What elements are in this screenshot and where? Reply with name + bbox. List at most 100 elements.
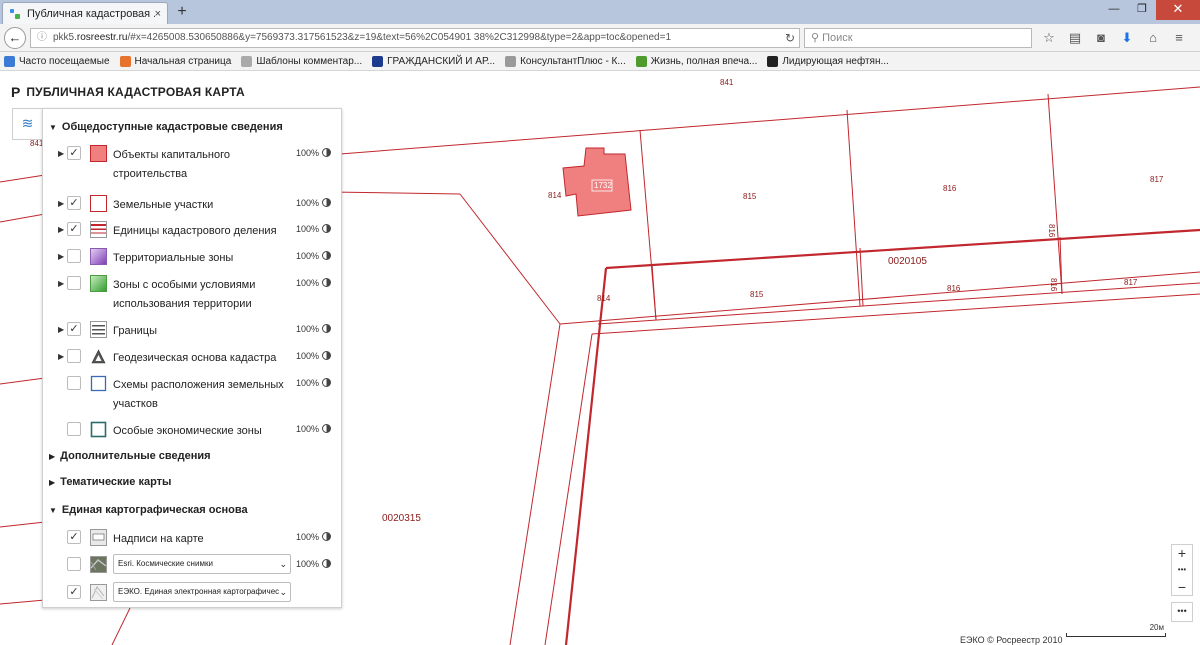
building-swatch-icon [90,145,107,162]
tab-close-icon[interactable]: × [155,8,161,20]
parcel-number-label: 816 [947,284,961,293]
satellite-checkbox[interactable] [67,557,81,571]
layer-label: Зоны с особыми условиями использования т… [113,279,256,310]
new-tab-button[interactable]: + [173,3,191,21]
opacity-icon[interactable] [322,324,331,333]
layer-checkbox[interactable] [67,249,81,263]
opacity-icon[interactable] [322,559,331,568]
ecko-checkbox[interactable]: ✓ [67,585,81,599]
layer-label: Особые экономические зоны [113,425,262,437]
layer-checkbox[interactable] [67,422,81,436]
rosreestr-logo-icon[interactable]: Р [11,84,20,100]
section-public-cadastral[interactable]: ▼ Общедоступные кадастровые сведения [49,121,283,133]
basemap-row-labels: ✓ Надписи на карте 100% [43,529,341,550]
expand-caret-icon[interactable]: ▶ [58,325,64,334]
road-edge [544,333,593,645]
toolbar-icons: ☆ ▤ ◙ ⬇ ⌂ ≡ [1040,29,1188,47]
layer-label: Единицы кадастрового деления [113,225,277,237]
bookmark-label: ГРАЖДАНСКИЙ И АР... [387,55,496,67]
search-input[interactable]: ⚲ Поиск [804,28,1032,48]
opacity-icon[interactable] [322,251,331,260]
menu-icon[interactable]: ≡ [1170,29,1188,47]
expand-caret-icon[interactable]: ▶ [58,279,64,288]
opacity-icon[interactable] [322,278,331,287]
borders-swatch-icon [90,321,107,338]
expand-caret-icon[interactable]: ▶ [58,252,64,261]
address-bar[interactable]: ⓘ pkk5.rosreestr.ru/#x=4265008.530650886&… [30,28,800,48]
search-placeholder: Поиск [822,32,853,44]
bookmark-item[interactable]: ГРАЖДАНСКИЙ И АР... [372,55,496,67]
site-info-icon[interactable]: ⓘ [37,32,47,43]
opacity-icon[interactable] [322,224,331,233]
map-viewport[interactable]: 841 841 814 815 816 817 816 0020105 814 … [0,72,1200,645]
pocket-icon[interactable]: ◙ [1092,29,1110,47]
expand-caret-icon[interactable]: ▶ [58,199,64,208]
opacity-icon[interactable] [322,532,331,541]
back-button[interactable]: ← [4,27,26,49]
ecko-map-icon [90,584,107,601]
satellite-basemap-select[interactable]: Esri. Космические снимки ⌄ [113,554,291,574]
browser-tab[interactable]: Публичная кадастровая ... × [2,2,168,24]
restore-button[interactable]: ❐ [1128,0,1156,20]
ecko-basemap-select[interactable]: ЕЭКО. Единая электронная картографичес ⌄ [113,582,291,602]
app-header: Р ПУБЛИЧНАЯ КАДАСТРОВАЯ КАРТА [11,84,245,100]
opacity-value: 100% [296,532,320,542]
opacity-icon[interactable] [322,198,331,207]
bookmark-star-icon[interactable]: ☆ [1040,29,1058,47]
bookmark-item[interactable]: Начальная страница [119,55,231,67]
bookmark-item[interactable]: Лидирующая нефтян... [767,55,889,67]
opacity-value: 100% [296,251,320,261]
expand-caret-icon[interactable]: ▶ [58,352,64,361]
download-icon[interactable]: ⬇ [1118,29,1136,47]
home-icon[interactable]: ⌂ [1144,29,1162,47]
bookmark-item[interactable]: Жизнь, полная впеча... [635,55,758,67]
zoom-out-button[interactable]: − [1172,579,1192,596]
opacity-icon[interactable] [322,378,331,387]
parcel-boundary [651,263,657,321]
labels-checkbox[interactable]: ✓ [67,530,81,544]
expand-caret-icon[interactable]: ▶ [58,225,64,234]
layer-checkbox[interactable]: ✓ [67,222,81,236]
building-number-label[interactable]: 1732 [594,181,612,190]
window-controls: — ❐ ✕ [1100,0,1200,20]
parcel-number-label: 815 [750,290,764,299]
opacity-icon[interactable] [322,351,331,360]
layers-toggle-button[interactable]: ≋ [12,108,42,140]
opacity-icon[interactable] [322,424,331,433]
section-title: Дополнительные сведения [60,450,211,462]
section-basemap[interactable]: ▼ Единая картографическая основа [49,504,248,516]
bookmark-label: Жизнь, полная впеча... [650,55,758,67]
layer-checkbox[interactable] [67,349,81,363]
window-close-button[interactable]: ✕ [1156,0,1200,20]
expand-caret-icon[interactable]: ▶ [58,149,64,158]
opacity-icon[interactable] [322,148,331,157]
layer-checkbox[interactable] [67,376,81,390]
bookmark-icon [505,55,517,67]
bookmark-item[interactable]: Шаблоны комментар... [241,55,362,67]
bookmark-item[interactable]: Часто посещаемые [4,55,110,67]
layer-label: Объекты капитального строительства [113,149,230,180]
layer-checkbox[interactable]: ✓ [67,146,81,160]
zoom-in-button[interactable]: + [1172,545,1192,562]
layer-checkbox[interactable]: ✓ [67,322,81,336]
opacity-value: 100% [296,424,320,434]
bookmark-label: Лидирующая нефтян... [782,55,889,67]
parcel-number-label: 817 [1150,175,1164,184]
section-title: Единая картографическая основа [61,504,248,516]
reading-list-icon[interactable]: ▤ [1066,29,1084,47]
bookmark-item[interactable]: КонсультантПлюс - К... [505,55,626,67]
layer-checkbox[interactable]: ✓ [67,196,81,210]
section-thematic[interactable]: ▶ Тематические карты [49,476,171,488]
reload-icon[interactable]: ↻ [785,29,795,47]
section-additional[interactable]: ▶ Дополнительные сведения [49,450,211,462]
layer-checkbox[interactable] [67,276,81,290]
territorial-zones-swatch-icon [90,248,107,265]
minimize-button[interactable]: — [1100,0,1128,20]
layer-row: ▶ Зоны с особыми условиями использования … [43,275,341,314]
layer-row: Схемы расположения земельных участков 100… [43,375,341,414]
parcel-number-label: 816 [943,184,957,193]
zoom-levels-button[interactable]: ••• [1172,562,1192,579]
parcel-boundary [329,191,461,195]
parcel-boundary [846,109,861,307]
more-tools-button[interactable]: ••• [1171,602,1193,622]
